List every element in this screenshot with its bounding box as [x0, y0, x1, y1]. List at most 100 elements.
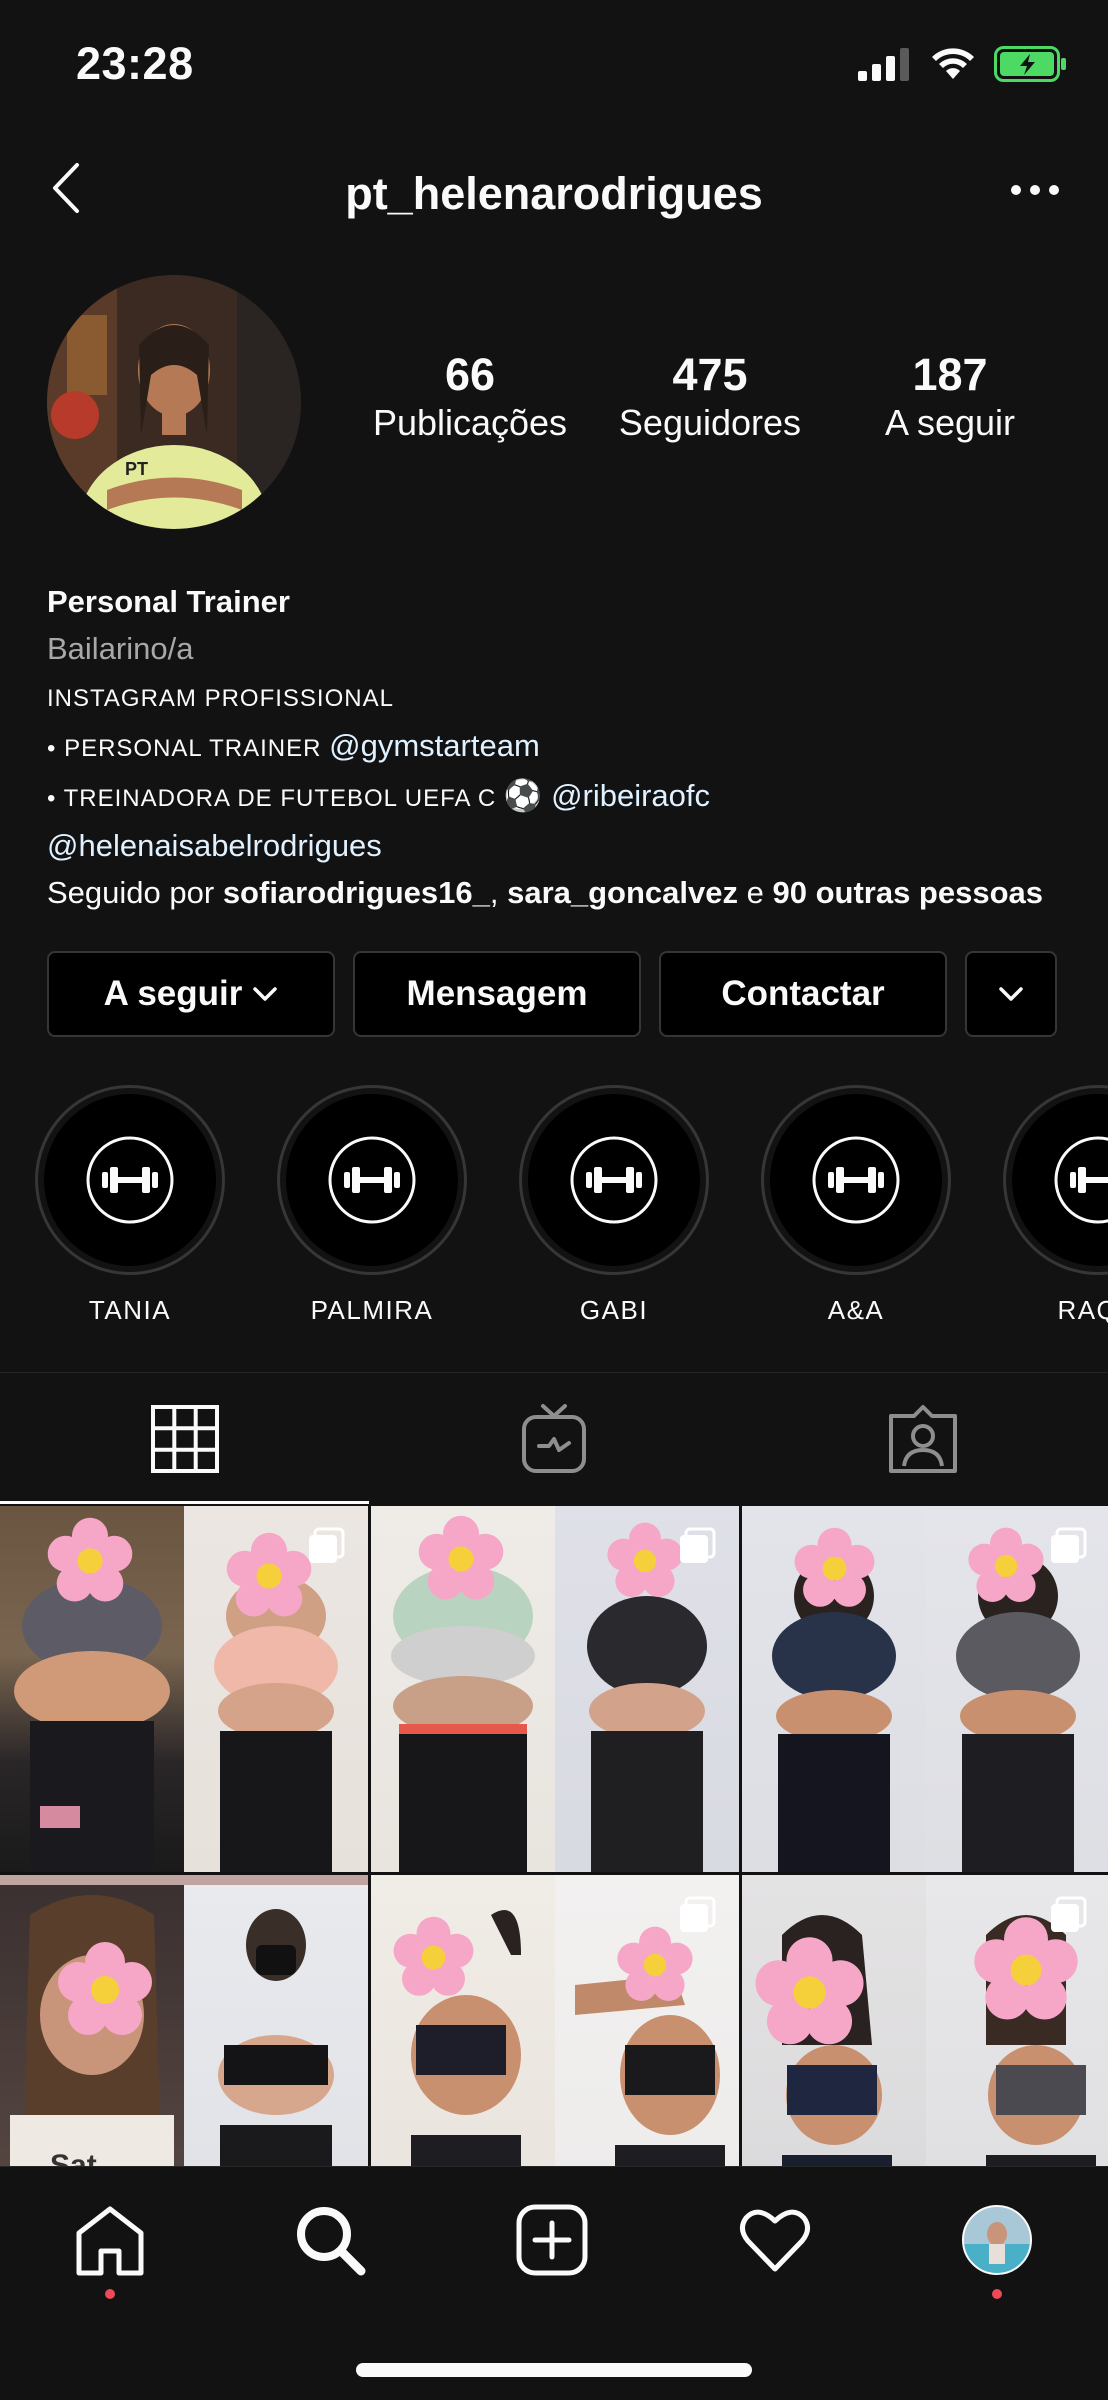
tab-tagged[interactable] [739, 1373, 1108, 1504]
more-options-button[interactable] [1000, 170, 1070, 210]
nav-home[interactable] [65, 2195, 155, 2299]
highlight-item[interactable]: RAQU [1003, 1085, 1108, 1325]
suggestions-button[interactable] [965, 951, 1057, 1037]
more-horizontal-icon [1011, 185, 1059, 195]
following-button[interactable]: A seguir [47, 951, 335, 1037]
dumbbell-icon [328, 1136, 416, 1224]
igtv-icon [521, 1403, 586, 1473]
nav-search[interactable] [285, 2195, 375, 2285]
dumbbell-icon [1054, 1136, 1108, 1224]
nav-profile[interactable] [952, 2195, 1042, 2299]
flower-emoji-icon [58, 1942, 152, 2035]
tab-igtv[interactable] [369, 1373, 738, 1504]
tab-grid[interactable] [0, 1373, 370, 1504]
contact-label: Contactar [721, 974, 885, 1013]
followers-label: Seguidores [618, 401, 802, 443]
mention-helenaisabelrodrigues[interactable]: @helenaisabelrodrigues [47, 828, 382, 863]
dumbbell-icon [86, 1136, 174, 1224]
stat-followers[interactable]: 475 Seguidores [590, 350, 830, 446]
flower-emoji-icon [617, 1926, 693, 2001]
bio-category: Bailarino/a [47, 631, 194, 666]
tagged-icon [889, 1404, 958, 1473]
bio-line-3: • TREINADORA DE FUTEBOL UEFA C ⚽ @ribeir… [47, 772, 1087, 822]
grid-icon [150, 1404, 219, 1473]
post-thumbnail[interactable] [371, 1875, 739, 2166]
heart-icon [740, 2209, 810, 2272]
posts-count: 66 [444, 349, 496, 400]
message-button[interactable]: Mensagem [353, 951, 641, 1037]
svg-text:Sat: Sat [50, 2149, 97, 2166]
highlight-label: TANIA [88, 1295, 172, 1325]
dumbbell-icon [812, 1136, 900, 1224]
post-thumbnail[interactable]: Sat [0, 1875, 368, 2166]
bio-line-2-text: • PERSONAL TRAINER [47, 735, 330, 762]
highlight-cover [528, 1094, 700, 1266]
highlight-item[interactable]: A&A [761, 1085, 951, 1325]
bio-line-3-text: • TREINADORA DE FUTEBOL UEFA C [47, 785, 504, 812]
stat-posts[interactable]: 66 Publicações [350, 350, 590, 446]
bio-name: Personal Trainer [47, 584, 290, 619]
nav-activity[interactable] [730, 2195, 820, 2285]
followed-others: 90 outras pessoas [772, 875, 1044, 910]
flower-emoji-icon [47, 1517, 133, 1602]
posts-grid: Sat [0, 1506, 1108, 2166]
mention-gymstarteam[interactable]: @gymstarteam [329, 728, 540, 763]
highlight-item[interactable]: GABI [519, 1085, 709, 1325]
search-icon [297, 2207, 366, 2276]
flower-emoji-icon [794, 1527, 875, 1607]
highlight-cover [286, 1094, 458, 1266]
highlight-cover [770, 1094, 942, 1266]
chevron-down-icon [253, 987, 278, 1001]
followers-count: 475 [672, 349, 748, 400]
carousel-icon [309, 1527, 345, 1563]
highlight-label: GABI [579, 1295, 649, 1325]
highlight-label: A&A [827, 1295, 885, 1325]
flower-emoji-icon [226, 1532, 312, 1617]
soccer-ball-icon: ⚽ [503, 778, 543, 813]
wifi-icon [932, 48, 974, 79]
status-bar: 23:28 [0, 0, 1108, 135]
profile-username: pt_helenarodrigues [345, 168, 763, 219]
bio-line-2: • PERSONAL TRAINER @gymstarteam [47, 722, 1087, 772]
highlight-ring [1003, 1085, 1108, 1275]
followed-by[interactable]: Seguido por sofiarodrigues16_, sara_gonc… [47, 869, 1087, 916]
contact-button[interactable]: Contactar [659, 951, 947, 1037]
profile-bio: Personal Trainer Bailarino/a INSTAGRAM P… [47, 578, 1087, 916]
profile-avatar-icon [962, 2205, 1032, 2275]
followed-by-prefix: Seguido por [47, 875, 223, 910]
post-thumbnail[interactable] [0, 1506, 368, 1872]
home-indicator [356, 2363, 752, 2377]
chevron-down-icon [999, 987, 1023, 1001]
carousel-icon [1051, 1527, 1087, 1563]
profile-header: pt_helenarodrigues [0, 140, 1108, 250]
message-label: Mensagem [406, 974, 588, 1013]
bio-line-1: INSTAGRAM PROFISSIONAL [47, 672, 1087, 722]
stat-following[interactable]: 187 A seguir [830, 350, 1070, 446]
flower-emoji-icon [755, 1937, 864, 2045]
status-icons [858, 46, 1068, 82]
post-thumbnail[interactable] [742, 1506, 1108, 1872]
battery-icon [994, 46, 1066, 82]
signal-icon [858, 48, 909, 81]
nav-create[interactable] [507, 2195, 597, 2285]
carousel-icon [680, 1527, 716, 1563]
add-post-icon [516, 2204, 588, 2276]
bio-line-1-text: INSTAGRAM PROFISSIONAL [47, 685, 394, 712]
following-label: A seguir [884, 401, 1016, 443]
flower-emoji-icon [393, 1916, 474, 1996]
posts-label: Publicações [372, 401, 568, 443]
post-thumbnail[interactable] [371, 1506, 739, 1872]
highlight-label: RAQU [1057, 1295, 1108, 1325]
highlight-item[interactable]: PALMIRA [277, 1085, 467, 1325]
highlight-label: PALMIRA [310, 1295, 434, 1325]
highlight-item[interactable]: TANIA [35, 1085, 225, 1325]
profile-avatar[interactable]: PT [47, 275, 301, 529]
highlight-cover [44, 1094, 216, 1266]
status-time: 23:28 [76, 38, 194, 89]
profile-stats: 66 Publicações 475 Seguidores 187 A segu… [350, 350, 1070, 446]
story-highlights: TANIA PALMIRA GABI A&A RAQU [0, 1085, 1108, 1325]
notification-dot [992, 2289, 1002, 2299]
followed-sep: , [489, 875, 508, 910]
post-thumbnail[interactable] [742, 1875, 1108, 2166]
mention-ribeiraofc[interactable]: @ribeiraofc [551, 778, 710, 813]
